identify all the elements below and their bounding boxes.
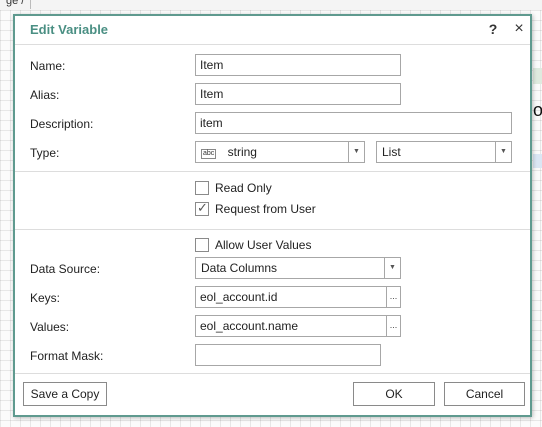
background-blue-strip: [533, 154, 542, 168]
values-input[interactable]: [195, 315, 387, 337]
type-select-value: string: [227, 145, 257, 159]
keys-browse-button[interactable]: ...: [386, 286, 401, 308]
dialog-title: Edit Variable: [30, 22, 109, 37]
read-only-label: Read Only: [215, 181, 272, 195]
keys-input[interactable]: [195, 286, 387, 308]
format-mask-input[interactable]: [195, 344, 381, 366]
string-type-icon: abc: [201, 149, 217, 159]
read-only-checkbox[interactable]: [195, 181, 209, 195]
alias-input[interactable]: [195, 83, 401, 105]
name-label: Name:: [30, 59, 66, 73]
type-mode-select[interactable]: List ▼: [376, 141, 512, 163]
allow-user-values-label: Allow User Values: [215, 238, 312, 252]
cancel-button[interactable]: Cancel: [444, 382, 525, 406]
background-tab[interactable]: ge /: [0, 0, 32, 9]
checkmark-icon: ✓: [197, 200, 208, 215]
help-icon[interactable]: ?: [485, 20, 501, 38]
values-browse-button[interactable]: ...: [386, 315, 401, 337]
chevron-down-icon[interactable]: ▼: [495, 142, 511, 162]
background-text: o: [533, 100, 542, 120]
chevron-down-icon[interactable]: ▼: [348, 142, 364, 162]
values-label: Values:: [30, 320, 70, 334]
type-mode-value: List: [382, 145, 401, 159]
section-divider: [15, 229, 530, 230]
alias-label: Alias:: [30, 88, 60, 102]
edit-variable-dialog: Edit Variable ? × Name: Alias: Descripti…: [13, 14, 532, 417]
chevron-down-icon[interactable]: ▼: [384, 258, 400, 278]
type-label: Type:: [30, 146, 60, 160]
dialog-content: Name: Alias: Description: Type: abc stri…: [15, 44, 530, 374]
description-label: Description:: [30, 117, 94, 131]
section-divider: [15, 171, 530, 172]
allow-user-values-checkbox[interactable]: [195, 238, 209, 252]
ok-button[interactable]: OK: [353, 382, 435, 406]
background-green-strip: [533, 68, 542, 84]
keys-label: Keys:: [30, 291, 61, 305]
dialog-titlebar: Edit Variable ? ×: [15, 16, 530, 44]
data-source-value: Data Columns: [201, 261, 278, 275]
data-source-select[interactable]: Data Columns ▼: [195, 257, 401, 279]
request-from-user-label: Request from User: [215, 202, 316, 216]
format-mask-label: Format Mask:: [30, 349, 104, 363]
name-input[interactable]: [195, 54, 401, 76]
data-source-label: Data Source:: [30, 262, 101, 276]
type-select[interactable]: abc string ▼: [195, 141, 365, 163]
close-icon[interactable]: ×: [511, 20, 527, 38]
description-input[interactable]: [195, 112, 512, 134]
save-a-copy-button[interactable]: Save a Copy: [23, 382, 107, 406]
request-from-user-checkbox[interactable]: ✓: [195, 200, 209, 216]
